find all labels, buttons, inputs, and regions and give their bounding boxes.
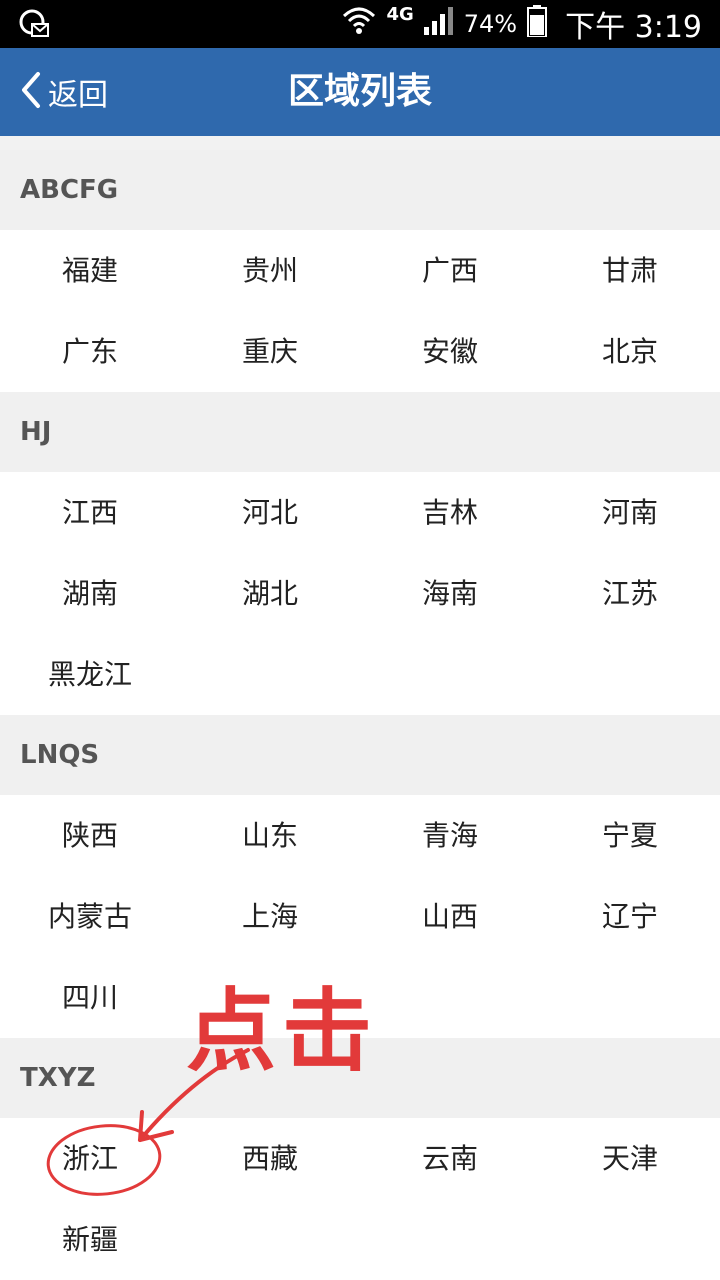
region-item[interactable]: 重庆 (180, 311, 360, 392)
wifi-icon (342, 6, 376, 43)
region-item[interactable]: 甘肃 (540, 230, 720, 311)
nav-bar: 返回 区域列表 (0, 48, 720, 136)
region-item[interactable]: 江苏 (540, 553, 720, 634)
notification-icon (18, 8, 52, 46)
region-item[interactable]: 西藏 (180, 1118, 360, 1199)
region-item[interactable]: 黑龙江 (0, 634, 180, 715)
page-title: 区域列表 (287, 71, 432, 112)
section-header: TXYZ (0, 1038, 720, 1118)
region-item[interactable]: 陕西 (0, 795, 180, 876)
region-item[interactable]: 辽宁 (540, 876, 720, 957)
region-item[interactable]: 宁夏 (540, 795, 720, 876)
region-item[interactable]: 安徽 (360, 311, 540, 392)
region-item[interactable]: 广东 (0, 311, 180, 392)
region-item[interactable]: 广西 (360, 230, 540, 311)
region-item[interactable]: 海南 (360, 553, 540, 634)
region-item[interactable]: 河南 (540, 472, 720, 553)
region-item[interactable]: 北京 (540, 311, 720, 392)
region-item[interactable]: 云南 (360, 1118, 540, 1199)
region-item[interactable]: 浙江 (0, 1118, 180, 1199)
back-label: 返回 (48, 78, 108, 113)
battery-icon (527, 4, 548, 44)
region-item[interactable]: 山东 (180, 795, 360, 876)
region-item[interactable]: 内蒙古 (0, 876, 180, 957)
region-item[interactable]: 河北 (180, 472, 360, 553)
region-grid: 浙江 西藏 云南 天津新疆 (0, 1118, 720, 1280)
section-header: LNQS (0, 715, 720, 795)
region-grid: 陕西 山东 青海 宁夏内蒙古 上海 山西 辽宁四川 (0, 795, 720, 1038)
region-item[interactable]: 天津 (540, 1118, 720, 1199)
section-header: HJ (0, 392, 720, 472)
section-header: ABCFG (0, 150, 720, 230)
region-item[interactable]: 青海 (360, 795, 540, 876)
region-list: ABCFG 福建 贵州 广西 甘肃广东 重庆 安徽 北京 HJ 江西 河北 吉林 河南湖南 湖北 海南 江苏黑… (0, 136, 720, 1280)
status-time: 下午 3:19 (565, 10, 702, 45)
battery-percent: 74% (463, 10, 518, 38)
back-button[interactable]: 返回 (18, 48, 108, 136)
top-divider (0, 136, 720, 150)
region-item[interactable]: 江西 (0, 472, 180, 553)
region-item[interactable]: 湖南 (0, 553, 180, 634)
region-item[interactable]: 四川 (0, 957, 180, 1038)
region-item[interactable]: 吉林 (360, 472, 540, 553)
chevron-left-icon (18, 70, 44, 114)
region-item[interactable]: 湖北 (180, 553, 360, 634)
region-item[interactable]: 新疆 (0, 1199, 180, 1280)
network-type: 4G (386, 3, 414, 25)
status-bar: 4G 74% 下午 3:19 (0, 0, 720, 48)
region-item[interactable]: 山西 (360, 876, 540, 957)
region-grid: 江西 河北 吉林 河南湖南 湖北 海南 江苏黑龙江 (0, 472, 720, 715)
region-grid: 福建 贵州 广西 甘肃广东 重庆 安徽 北京 (0, 230, 720, 392)
signal-icon (423, 6, 454, 42)
region-item[interactable]: 上海 (180, 876, 360, 957)
region-item[interactable]: 福建 (0, 230, 180, 311)
region-item[interactable]: 贵州 (180, 230, 360, 311)
